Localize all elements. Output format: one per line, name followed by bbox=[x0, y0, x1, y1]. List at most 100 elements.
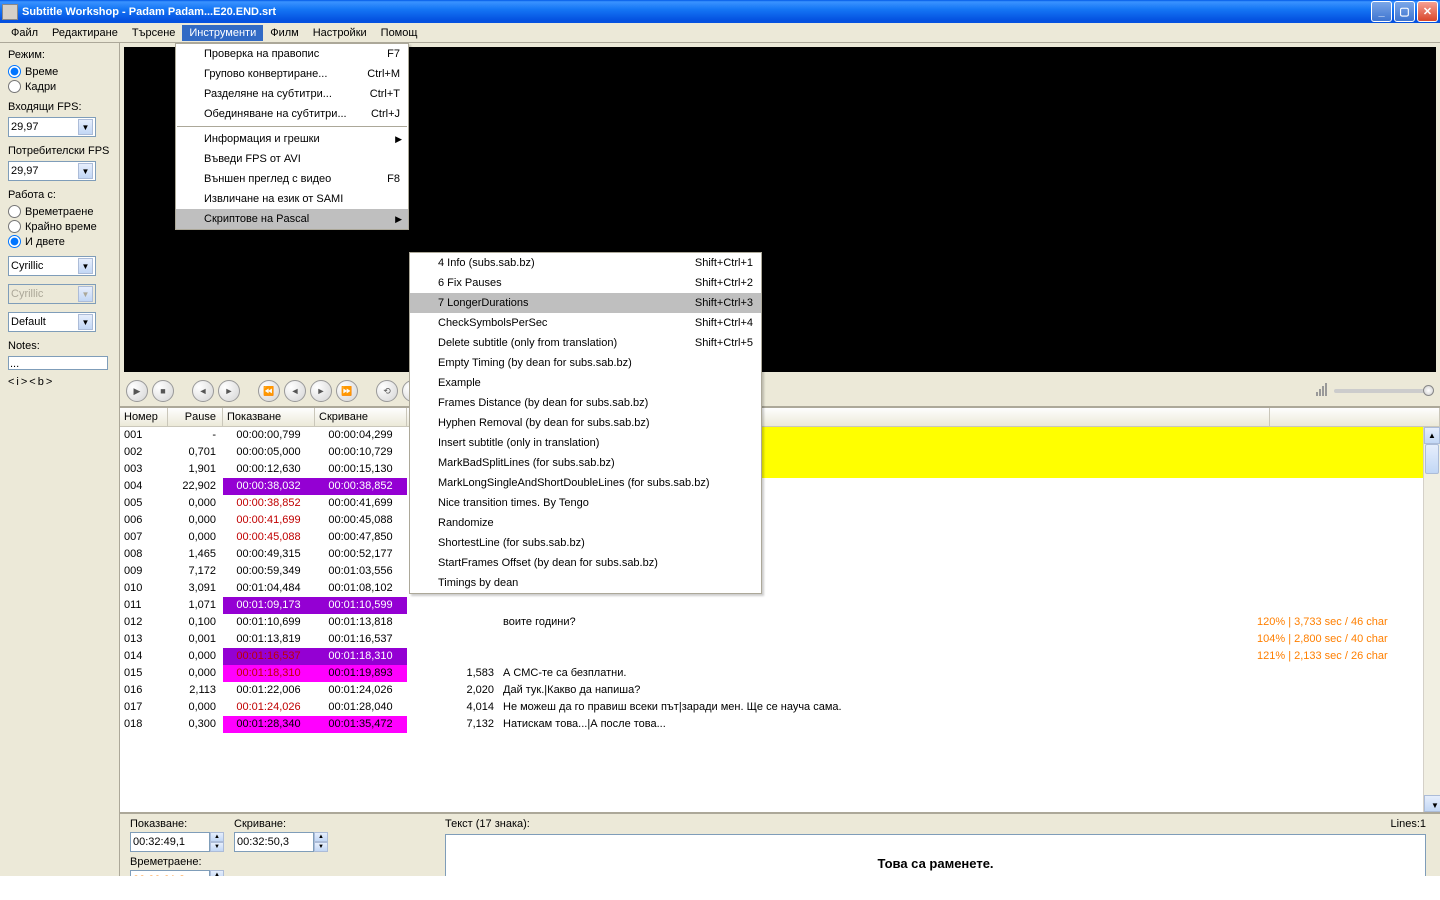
menu-помощ[interactable]: Помощ bbox=[374, 25, 425, 41]
work-end-radio[interactable] bbox=[8, 220, 21, 233]
play-button[interactable]: ▶ bbox=[126, 380, 148, 402]
menu-item[interactable]: ShortestLine (for subs.sab.bz) bbox=[410, 533, 761, 553]
scroll-thumb[interactable] bbox=[1425, 444, 1439, 474]
input-fps-combo[interactable]: 29,97▼ bbox=[8, 117, 96, 137]
menu-item[interactable]: Извличане на език от SAMI bbox=[176, 189, 408, 209]
menu-item[interactable]: Example bbox=[410, 373, 761, 393]
volume-thumb[interactable] bbox=[1423, 385, 1434, 396]
col-num[interactable]: Номер bbox=[120, 408, 168, 426]
mode-frames-radio[interactable] bbox=[8, 80, 21, 93]
scroll-down-button[interactable]: ▼ bbox=[1424, 795, 1440, 812]
menu-item[interactable]: Информация и грешки▶ bbox=[176, 129, 408, 149]
menu-item[interactable]: Empty Timing (by dean for subs.sab.bz) bbox=[410, 353, 761, 373]
work-duration-radio[interactable] bbox=[8, 205, 21, 218]
charset1-combo[interactable]: Cyrillic▼ bbox=[8, 256, 96, 276]
col-hide[interactable]: Скриване bbox=[315, 408, 407, 426]
step-fwd-button[interactable]: ► bbox=[310, 380, 332, 402]
spin-up-icon[interactable]: ▲ bbox=[210, 832, 224, 842]
spin-down-icon[interactable]: ▼ bbox=[314, 842, 328, 852]
tools-menu-dropdown: Проверка на правописF7Групово конвертира… bbox=[175, 43, 409, 230]
table-row[interactable]: 0140,00000:01:16,53700:01:18,310121% | 2… bbox=[120, 648, 1423, 665]
table-row[interactable]: 0162,11300:01:22,00600:01:24,0262,020Дай… bbox=[120, 682, 1423, 699]
menu-item[interactable]: 4 Info (subs.sab.bz)Shift+Ctrl+1 bbox=[410, 253, 761, 273]
table-row[interactable]: 00422,90200:00:38,03200:00:38,852 bbox=[120, 478, 1423, 495]
mode-time-radio[interactable] bbox=[8, 65, 21, 78]
table-row[interactable]: 0060,00000:00:41,69900:00:45,088 bbox=[120, 512, 1423, 529]
hide-time-input[interactable] bbox=[234, 832, 314, 852]
table-row[interactable]: 0031,90100:00:12,63000:00:15,130 bbox=[120, 461, 1423, 478]
menu-инструменти[interactable]: Инструменти bbox=[182, 25, 263, 41]
menu-item[interactable]: Timings by dean bbox=[410, 573, 761, 593]
table-row[interactable]: 0020,70100:00:05,00000:00:10,72970 ~ bbox=[120, 444, 1423, 461]
menu-редактиране[interactable]: Редактиране bbox=[45, 25, 125, 41]
input-fps-value: 29,97 bbox=[11, 121, 39, 133]
menu-файл[interactable]: Файл bbox=[4, 25, 45, 41]
col-show[interactable]: Показване bbox=[223, 408, 315, 426]
table-row[interactable]: 0050,00000:00:38,85200:00:41,699 bbox=[120, 495, 1423, 512]
menu-item[interactable]: Външен преглед с видеоF8 bbox=[176, 169, 408, 189]
menu-item[interactable]: Hyphen Removal (by dean for subs.sab.bz) bbox=[410, 413, 761, 433]
user-fps-combo[interactable]: 29,97▼ bbox=[8, 161, 96, 181]
menu-item[interactable]: Randomize bbox=[410, 513, 761, 533]
menu-item[interactable]: Delete subtitle (only from translation)S… bbox=[410, 333, 761, 353]
dropdown-arrow-icon: ▼ bbox=[78, 258, 93, 274]
menu-item[interactable]: Обединяване на субтитри...Ctrl+J bbox=[176, 104, 408, 124]
work-both-radio[interactable] bbox=[8, 235, 21, 248]
menu-item[interactable]: Разделяне на субтитри...Ctrl+T bbox=[176, 84, 408, 104]
menu-item[interactable]: Групово конвертиране...Ctrl+M bbox=[176, 64, 408, 84]
vertical-scrollbar[interactable]: ▲ ▼ bbox=[1423, 427, 1440, 812]
menu-item[interactable]: 7 LongerDurationsShift+Ctrl+3 bbox=[410, 293, 761, 313]
table-row[interactable]: 0150,00000:01:18,31000:01:19,8931,583А С… bbox=[120, 665, 1423, 682]
fast-fwd-button[interactable]: ⏩ bbox=[336, 380, 358, 402]
table-row[interactable]: 0070,00000:00:45,08800:00:47,850 bbox=[120, 529, 1423, 546]
step-back-button[interactable]: ◄ bbox=[284, 380, 306, 402]
show-time-input[interactable] bbox=[130, 832, 210, 852]
menu-item[interactable]: Проверка на правописF7 bbox=[176, 44, 408, 64]
menu-item[interactable]: Frames Distance (by dean for subs.sab.bz… bbox=[410, 393, 761, 413]
col-extra[interactable] bbox=[1270, 408, 1440, 426]
rich-format-buttons[interactable]: <i><b> bbox=[8, 376, 111, 388]
spin-down-icon[interactable]: ▼ bbox=[210, 842, 224, 852]
menu-item[interactable]: MarkBadSplitLines (for subs.sab.bz) bbox=[410, 453, 761, 473]
maximize-button[interactable]: ▢ bbox=[1394, 1, 1415, 22]
dropdown-arrow-icon: ▼ bbox=[78, 314, 93, 330]
col-pause[interactable]: Pause bbox=[168, 408, 223, 426]
menu-настройки[interactable]: Настройки bbox=[306, 25, 374, 41]
notes-field[interactable]: ... bbox=[8, 356, 108, 370]
menu-item[interactable]: CheckSymbolsPerSecShift+Ctrl+4 bbox=[410, 313, 761, 333]
menu-филм[interactable]: Филм bbox=[263, 25, 306, 41]
prev-button[interactable]: ◄ bbox=[192, 380, 214, 402]
table-row[interactable]: 0180,30000:01:28,34000:01:35,4727,132Нат… bbox=[120, 716, 1423, 733]
table-row[interactable]: 0170,00000:01:24,02600:01:28,0404,014Не … bbox=[120, 699, 1423, 716]
rewind-button[interactable]: ⏪ bbox=[258, 380, 280, 402]
menu-търсене[interactable]: Търсене bbox=[125, 25, 183, 41]
menu-item[interactable]: Insert subtitle (only in translation) bbox=[410, 433, 761, 453]
menu-item[interactable]: Скриптове на Pascal▶ bbox=[176, 209, 408, 229]
menu-item[interactable]: 6 Fix PausesShift+Ctrl+2 bbox=[410, 273, 761, 293]
hide-label: Скриване: bbox=[234, 818, 328, 830]
stop-button[interactable]: ■ bbox=[152, 380, 174, 402]
duration-label: Времетраене: bbox=[130, 856, 224, 868]
table-row[interactable]: 0111,07100:01:09,17300:01:10,599 bbox=[120, 597, 1423, 614]
close-button[interactable]: ✕ bbox=[1417, 1, 1438, 22]
text-count-label: Текст (17 знака): bbox=[445, 818, 530, 830]
spin-up-icon[interactable]: ▲ bbox=[314, 832, 328, 842]
sidebar: Режим: Време Кадри Входящи FPS: 29,97▼ П… bbox=[0, 43, 120, 900]
style-combo[interactable]: Default▼ bbox=[8, 312, 96, 332]
volume-slider[interactable] bbox=[1334, 389, 1434, 393]
next-button[interactable]: ► bbox=[218, 380, 240, 402]
table-row[interactable]: 0103,09100:01:04,48400:01:08,102 bbox=[120, 580, 1423, 597]
table-row[interactable]: 0097,17200:00:59,34900:01:03,556 bbox=[120, 563, 1423, 580]
table-row[interactable]: 001-00:00:00,79900:00:04,299представя bbox=[120, 427, 1423, 444]
work-end-label: Крайно време bbox=[25, 221, 97, 233]
table-row[interactable]: 0130,00100:01:13,81900:01:16,537104% | 2… bbox=[120, 631, 1423, 648]
table-row[interactable]: 0081,46500:00:49,31500:00:52,177 bbox=[120, 546, 1423, 563]
table-row[interactable]: 0120,10000:01:10,69900:01:13,818воите го… bbox=[120, 614, 1423, 631]
mark-in-button[interactable]: ⟲ bbox=[376, 380, 398, 402]
menu-item[interactable]: Въведи FPS от AVI bbox=[176, 149, 408, 169]
menu-item[interactable]: Nice transition times. By Tengo bbox=[410, 493, 761, 513]
scroll-up-button[interactable]: ▲ bbox=[1424, 427, 1440, 444]
menu-item[interactable]: StartFrames Offset (by dean for subs.sab… bbox=[410, 553, 761, 573]
menu-item[interactable]: MarkLongSingleAndShortDoubleLines (for s… bbox=[410, 473, 761, 493]
minimize-button[interactable]: _ bbox=[1371, 1, 1392, 22]
